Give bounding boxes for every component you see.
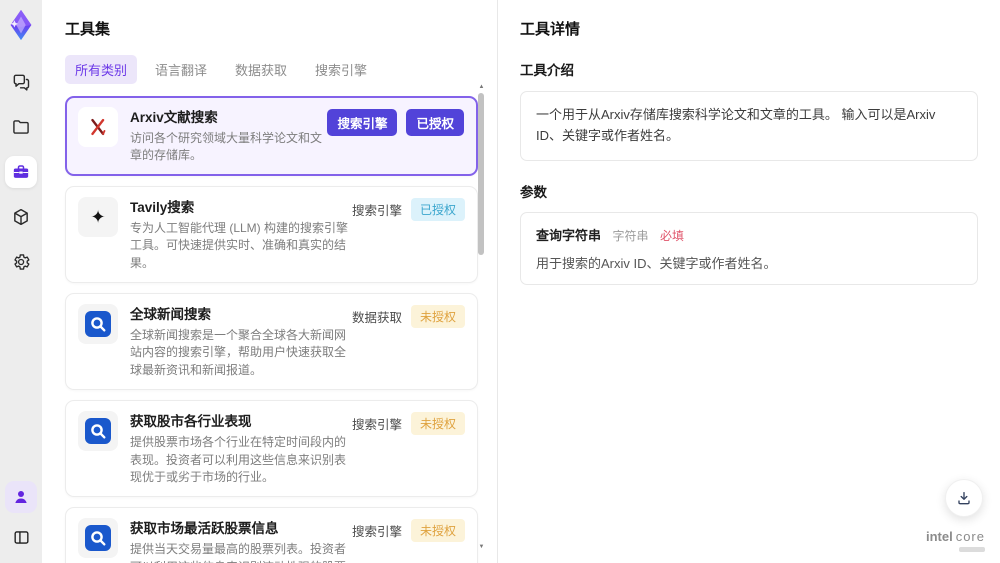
params-section-label: 参数 xyxy=(520,184,547,200)
tool-badges: 搜索引擎 未授权 xyxy=(351,519,465,543)
tool-text: 获取市场最活跃股票信息 提供当天交易量最高的股票列表。投资者可以利用这些信息来识… xyxy=(130,518,357,563)
chat-icon[interactable] xyxy=(5,66,37,98)
blue-search-icon xyxy=(78,303,118,344)
tool-desc: 全球新闻搜索是一个聚合全球各大新闻网站内容的搜索引擎，帮助用户快速获取全球最新资… xyxy=(130,327,347,377)
folder-icon[interactable] xyxy=(5,111,37,143)
category-badge: 搜索引擎 xyxy=(351,203,402,218)
tool-desc: 专为人工智能代理 (LLM) 构建的搜索引擎工具。可快速提供实时、准确和真实的结… xyxy=(130,220,349,270)
download-button[interactable] xyxy=(945,479,983,517)
category-badge: 搜索引擎 xyxy=(351,525,402,540)
tool-card-list: Arxiv文献搜索 访问各个研究领域大量科学论文和文章的存储库。 搜索引擎 已授… xyxy=(65,96,478,563)
param-name: 查询字符串 xyxy=(536,227,602,243)
arxiv-icon xyxy=(78,107,118,147)
panel-toggle-icon[interactable] xyxy=(5,521,37,553)
scroll-up-arrow[interactable]: ▲ xyxy=(477,84,486,90)
tool-text: Tavily搜索 专为人工智能代理 (LLM) 构建的搜索引擎工具。可快速提供实… xyxy=(130,197,357,272)
scroll-down-arrow[interactable]: ▼ xyxy=(477,544,486,550)
tool-badges: 搜索引擎 已授权 xyxy=(351,197,465,221)
param-box: 查询字符串 字符串 必填 用于搜索的Arxiv ID、关键字或作者姓名。 xyxy=(520,211,978,285)
tool-card-arxiv[interactable]: Arxiv文献搜索 访问各个研究领域大量科学论文和文章的存储库。 搜索引擎 已授… xyxy=(65,96,478,176)
tool-badges: 搜索引擎 未授权 xyxy=(351,412,465,436)
param-required-badge: 必填 xyxy=(659,228,684,243)
auth-status-badge: 已授权 xyxy=(406,109,464,136)
tool-badges: 数据获取 未授权 xyxy=(351,304,465,328)
page-title: 工具集 xyxy=(65,21,111,38)
auth-status-badge: 未授权 xyxy=(410,304,465,328)
tool-detail-panel: 工具详情 工具介绍 一个用于从Arxiv存储库搜索科学论文和文章的工具。 输入可… xyxy=(497,0,1000,563)
tool-list-panel: 工具集 所有类别 语言翻译 数据获取 搜索引擎 Arxiv文献搜索 访问各个研究… xyxy=(42,0,497,563)
tool-text: 全球新闻搜索 全球新闻搜索是一个聚合全球各大新闻网站内容的搜索引擎，帮助用户快速… xyxy=(130,304,357,379)
left-rail xyxy=(0,0,42,563)
tool-desc: 访问各个研究领域大量科学论文和文章的存储库。 xyxy=(130,131,323,163)
toolbox-icon[interactable] xyxy=(5,156,37,188)
tool-intro-box: 一个用于从Arxiv存储库搜索科学论文和文章的工具。 输入可以是Arxiv ID… xyxy=(520,91,978,161)
blue-search-icon xyxy=(78,518,118,559)
rail-nav xyxy=(5,66,37,278)
tool-card-active-stocks[interactable]: 获取市场最活跃股票信息 提供当天交易量最高的股票列表。投资者可以利用这些信息来识… xyxy=(65,507,478,563)
param-desc: 用于搜索的Arxiv ID、关键字或作者姓名。 xyxy=(536,255,777,271)
tool-name: Arxiv文献搜索 xyxy=(130,110,218,125)
tool-text: Arxiv文献搜索 访问各个研究领域大量科学论文和文章的存储库。 xyxy=(130,107,326,165)
category-badge: 数据获取 xyxy=(351,310,402,325)
download-icon xyxy=(956,490,972,506)
tool-badges: 搜索引擎 已授权 xyxy=(327,109,464,136)
scrollbar-thumb[interactable] xyxy=(478,93,484,255)
category-badge: 搜索引擎 xyxy=(327,109,398,136)
brand-word-intel: intel xyxy=(925,529,953,544)
tool-desc: 提供股票市场各个行业在特定时间段内的表现。投资者可以利用这些信息来识别表现优于或… xyxy=(130,435,347,484)
tool-name: 获取市场最活跃股票信息 xyxy=(130,521,279,537)
tool-card-tavily[interactable]: ✦ Tavily搜索 专为人工智能代理 (LLM) 构建的搜索引擎工具。可快速提… xyxy=(65,185,478,283)
tool-card-sector-performance[interactable]: 获取股市各行业表现 提供股票市场各个行业在特定时间段内的表现。投资者可以利用这些… xyxy=(65,400,478,498)
intel-core-logo: intel core xyxy=(926,530,985,552)
intro-section-label: 工具介绍 xyxy=(520,63,574,78)
auth-status-badge: 未授权 xyxy=(410,519,465,543)
tab-all-categories[interactable]: 所有类别 xyxy=(65,55,138,84)
tool-name: Tavily搜索 xyxy=(130,199,195,215)
app-logo xyxy=(4,8,38,42)
tool-text: 获取股市各行业表现 提供股票市场各个行业在特定时间段内的表现。投资者可以利用这些… xyxy=(130,411,357,486)
auth-status-badge: 未授权 xyxy=(410,412,465,436)
tool-name: 全球新闻搜索 xyxy=(130,306,211,322)
param-type: 字符串 xyxy=(612,228,649,243)
auth-status-badge: 已授权 xyxy=(410,197,465,221)
tab-search-engine[interactable]: 搜索引擎 xyxy=(305,55,377,84)
list-scrollbar[interactable]: ▲ ▼ xyxy=(477,84,486,550)
cube-icon[interactable] xyxy=(5,201,37,233)
tool-card-global-news[interactable]: 全球新闻搜索 全球新闻搜索是一个聚合全球各大新闻网站内容的搜索引擎，帮助用户快速… xyxy=(65,292,478,391)
category-tabs: 所有类别 语言翻译 数据获取 搜索引擎 xyxy=(65,55,497,84)
user-icon[interactable] xyxy=(5,481,37,513)
blue-search-icon xyxy=(78,411,118,452)
brand-word-core: core xyxy=(955,529,985,544)
category-badge: 搜索引擎 xyxy=(351,418,402,433)
tool-name: 获取股市各行业表现 xyxy=(130,414,252,430)
tab-data-acquisition[interactable]: 数据获取 xyxy=(225,55,297,84)
settings-icon[interactable] xyxy=(5,246,37,278)
tool-desc: 提供当天交易量最高的股票列表。投资者可以利用这些信息来识别流动性强的股票和潜在的… xyxy=(130,542,347,563)
app-window: 工具集 所有类别 语言翻译 数据获取 搜索引擎 Arxiv文献搜索 访问各个研究… xyxy=(0,0,1000,563)
param-head: 查询字符串 字符串 必填 xyxy=(536,225,962,245)
brand-sub-mark xyxy=(959,547,985,552)
tab-language-translation[interactable]: 语言翻译 xyxy=(145,55,217,84)
rail-bottom xyxy=(5,481,37,553)
star-icon: ✦ xyxy=(78,196,118,237)
detail-title: 工具详情 xyxy=(520,21,581,38)
